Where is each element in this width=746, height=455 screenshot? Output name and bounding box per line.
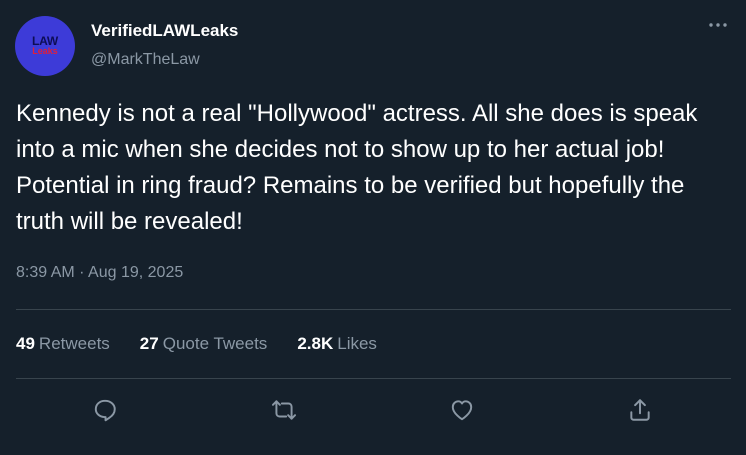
avatar-logo-subtext: Leaks	[32, 46, 58, 56]
retweets-count: 49	[16, 334, 35, 353]
action-bar	[16, 395, 731, 425]
retweet-icon[interactable]	[269, 395, 299, 425]
reply-icon[interactable]	[90, 395, 120, 425]
quote-tweets-count: 27	[139, 334, 159, 353]
tweet-text: Kennedy is not a real "Hollywood" actres…	[16, 100, 698, 235]
engagement-stats: 49 Retweets 27 Quote Tweets 2.8K Likes	[16, 334, 377, 354]
quote-tweets-label: Quote Tweets	[162, 334, 268, 353]
likes-count: 2.8K	[297, 334, 334, 353]
author-handle[interactable]: @MarkTheLaw	[91, 51, 200, 69]
tweet-timestamp[interactable]: 8:39 AM · Aug 19, 2025	[16, 264, 183, 282]
quote-tweets-stat[interactable]: 27 Quote Tweets	[140, 334, 268, 354]
retweets-label: Retweets	[38, 334, 110, 353]
likes-stat[interactable]: 2.8K Likes	[297, 334, 377, 354]
retweets-stat[interactable]: 49 Retweets	[16, 334, 110, 354]
share-icon[interactable]	[625, 395, 655, 425]
tweet-card: LAW Leaks VerifiedLAWLeaks @MarkTheLaw K…	[0, 0, 746, 455]
author-display-name[interactable]: VerifiedLAWLeaks	[91, 21, 238, 41]
divider	[16, 309, 731, 310]
avatar[interactable]: LAW Leaks	[15, 16, 75, 76]
divider	[16, 378, 731, 379]
more-options-icon[interactable]	[707, 16, 729, 34]
like-icon[interactable]	[447, 395, 477, 425]
likes-label: Likes	[337, 334, 377, 353]
